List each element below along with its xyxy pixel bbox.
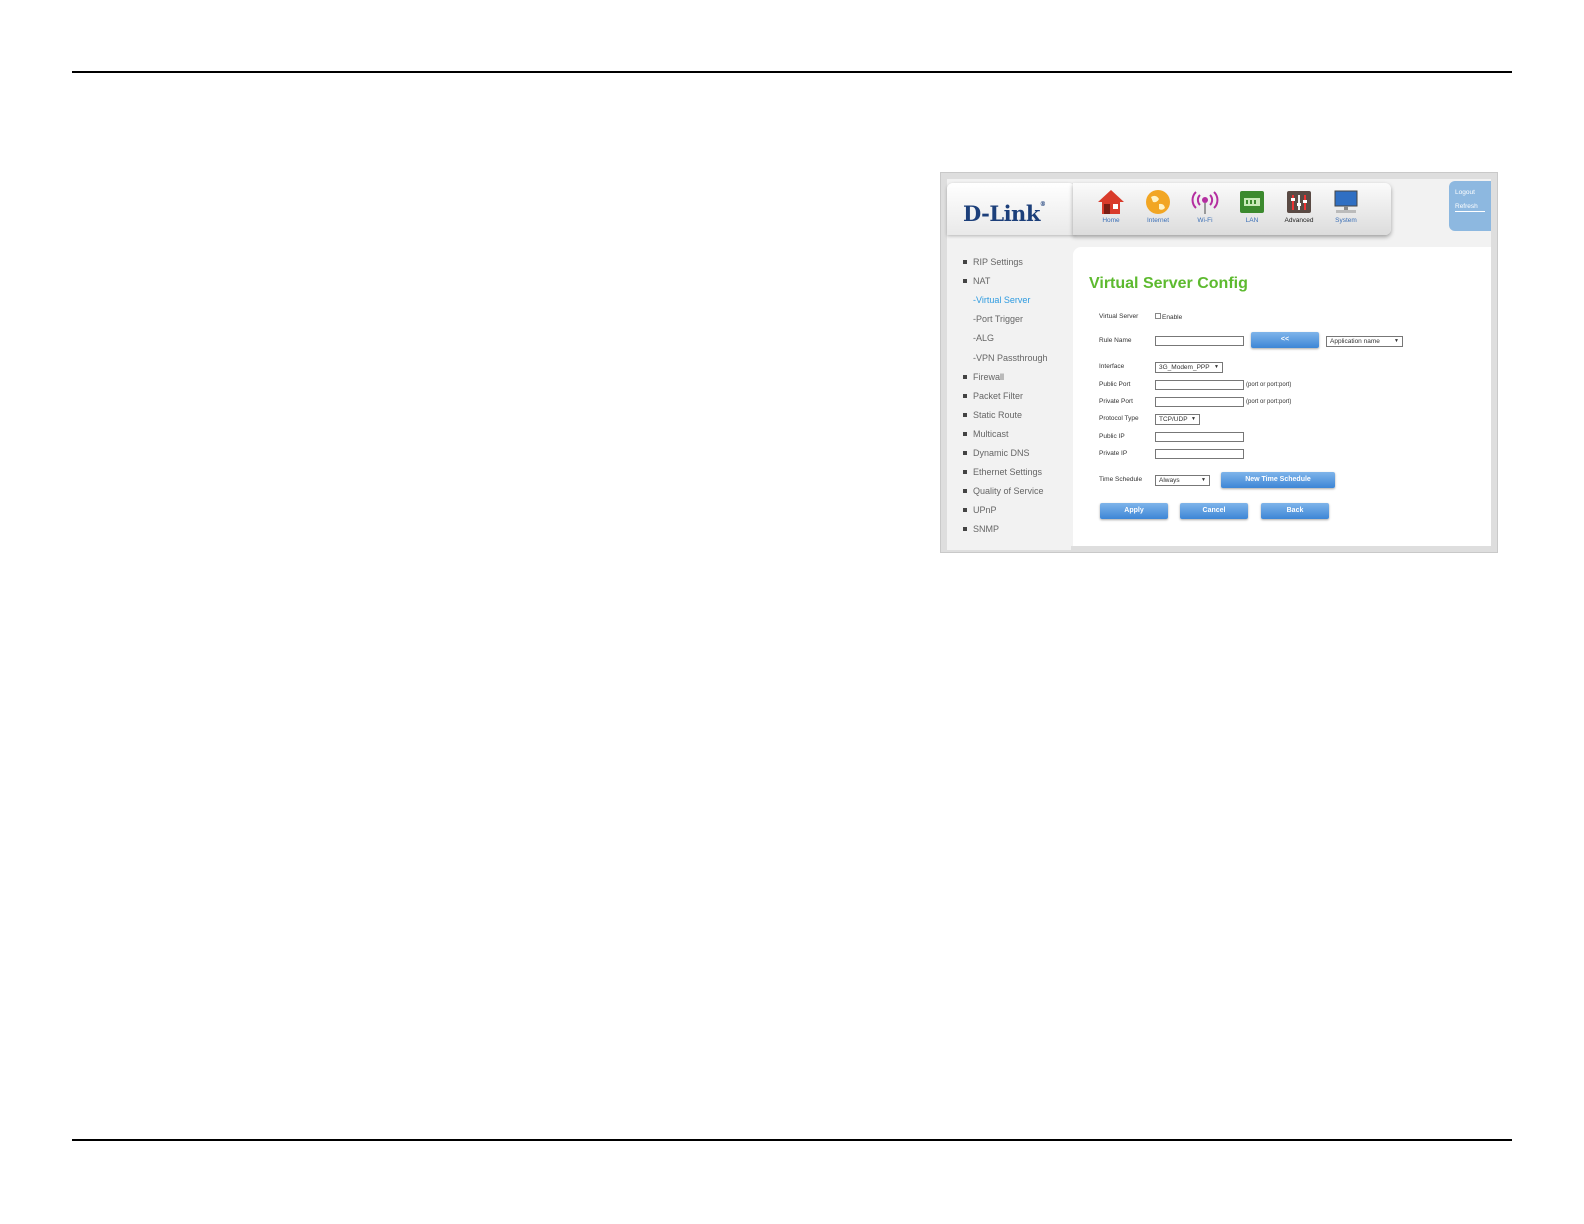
nav-system-label: System bbox=[1335, 217, 1357, 224]
rule-name-label: Rule Name bbox=[1099, 337, 1132, 344]
bullet-icon bbox=[963, 450, 967, 455]
time-schedule-select[interactable]: Always ▼ bbox=[1155, 475, 1210, 486]
nav-internet[interactable]: Internet bbox=[1136, 188, 1180, 224]
sidebar-item-multicast[interactable]: Multicast bbox=[963, 429, 1009, 439]
chevron-down-icon: ▼ bbox=[1214, 364, 1219, 370]
sidebar-item-static-route[interactable]: Static Route bbox=[963, 410, 1022, 420]
chevron-down-icon: ▼ bbox=[1201, 477, 1206, 483]
manual-page: D-Link® Home Internet Wi-Fi LAN Advanced… bbox=[0, 0, 1584, 1224]
public-port-input[interactable] bbox=[1155, 380, 1244, 390]
nav-home[interactable]: Home bbox=[1089, 188, 1133, 224]
interface-label: Interface bbox=[1099, 363, 1125, 370]
enable-label: Enable bbox=[1162, 314, 1183, 321]
bullet-icon bbox=[963, 507, 967, 512]
bullet-icon bbox=[963, 469, 967, 474]
main-panel: Virtual Server Config Virtual Server Ena… bbox=[1073, 247, 1491, 546]
sidebar-subitem-port-trigger[interactable]: -Port Trigger bbox=[973, 314, 1023, 324]
footer-rule bbox=[72, 1139, 1512, 1141]
sidebar-item-rip-settings[interactable]: RIP Settings bbox=[963, 257, 1023, 267]
wifi-icon bbox=[1191, 191, 1219, 214]
bullet-icon bbox=[963, 431, 967, 436]
router-ui: D-Link® Home Internet Wi-Fi LAN Advanced… bbox=[947, 179, 1491, 550]
nav-advanced[interactable]: Advanced bbox=[1277, 188, 1321, 224]
private-ip-label: Private IP bbox=[1099, 450, 1128, 457]
sidebar-item-dynamic-dns[interactable]: Dynamic DNS bbox=[963, 448, 1030, 458]
nav-wifi[interactable]: Wi-Fi bbox=[1183, 188, 1227, 224]
chevron-down-icon: ▼ bbox=[1394, 338, 1399, 344]
logout-link[interactable]: Logout bbox=[1455, 189, 1475, 196]
time-schedule-label: Time Schedule bbox=[1099, 476, 1143, 483]
sidebar-item-upnp[interactable]: UPnP bbox=[963, 505, 997, 515]
monitor-icon bbox=[1334, 190, 1358, 213]
router-ui-screenshot: D-Link® Home Internet Wi-Fi LAN Advanced… bbox=[940, 172, 1498, 553]
page-title: Virtual Server Config bbox=[1089, 275, 1248, 292]
public-port-hint: (port or port:port) bbox=[1246, 382, 1292, 388]
nav-internet-label: Internet bbox=[1146, 217, 1170, 224]
back-button[interactable]: Back bbox=[1261, 503, 1329, 519]
sidebar-item-ethernet-settings[interactable]: Ethernet Settings bbox=[963, 467, 1042, 477]
lan-icon bbox=[1240, 191, 1264, 213]
nav-home-label: Home bbox=[1102, 217, 1120, 224]
bullet-icon bbox=[963, 488, 967, 493]
private-ip-input[interactable] bbox=[1155, 449, 1244, 459]
nav-wifi-label: Wi-Fi bbox=[1197, 217, 1213, 224]
nav-advanced-label: Advanced bbox=[1284, 217, 1314, 224]
bullet-icon bbox=[963, 374, 967, 379]
sidebar-item-quality-of-service[interactable]: Quality of Service bbox=[963, 486, 1044, 496]
top-nav: Home Internet Wi-Fi LAN Advanced System bbox=[1073, 183, 1391, 235]
public-ip-label: Public IP bbox=[1099, 433, 1125, 440]
cancel-button[interactable]: Cancel bbox=[1180, 503, 1248, 519]
virtual-server-label: Virtual Server bbox=[1099, 313, 1139, 320]
bullet-icon bbox=[963, 278, 967, 283]
nav-lan-label: LAN bbox=[1245, 217, 1259, 224]
header-rule bbox=[72, 71, 1512, 73]
private-port-input[interactable] bbox=[1155, 397, 1244, 407]
sidebar-item-nat[interactable]: NAT bbox=[963, 276, 990, 286]
chevron-down-icon: ▼ bbox=[1191, 416, 1196, 422]
protocol-type-label: Protocol Type bbox=[1099, 415, 1139, 422]
home-icon bbox=[1098, 190, 1124, 214]
interface-select[interactable]: 3G_Modem_PPP ▼ bbox=[1155, 362, 1223, 373]
advanced-icon bbox=[1287, 191, 1311, 213]
dlink-logo: D-Link® bbox=[963, 201, 1046, 226]
enable-checkbox[interactable] bbox=[1155, 313, 1161, 319]
private-port-hint: (port or port:port) bbox=[1246, 399, 1292, 405]
application-name-select[interactable]: Application name ▼ bbox=[1326, 336, 1403, 347]
sidebar-item-packet-filter[interactable]: Packet Filter bbox=[963, 391, 1023, 401]
bullet-icon bbox=[963, 393, 967, 398]
nav-lan[interactable]: LAN bbox=[1230, 188, 1274, 224]
bullet-icon bbox=[963, 259, 967, 264]
account-panel: Logout Refresh bbox=[1449, 181, 1491, 231]
sidebar: RIP Settings NAT -Virtual Server -Port T… bbox=[947, 245, 1071, 550]
new-time-schedule-button[interactable]: New Time Schedule bbox=[1221, 472, 1335, 488]
copy-app-name-button[interactable]: << bbox=[1251, 332, 1319, 348]
nav-system[interactable]: System bbox=[1324, 188, 1368, 224]
bullet-icon bbox=[963, 526, 967, 531]
refresh-link[interactable]: Refresh bbox=[1455, 203, 1485, 212]
logo-tab: D-Link® bbox=[947, 183, 1075, 235]
sidebar-subitem-alg[interactable]: -ALG bbox=[973, 333, 994, 343]
public-ip-input[interactable] bbox=[1155, 432, 1244, 442]
rule-name-input[interactable] bbox=[1155, 336, 1244, 346]
sidebar-item-snmp[interactable]: SNMP bbox=[963, 524, 999, 534]
sidebar-item-firewall[interactable]: Firewall bbox=[963, 372, 1004, 382]
private-port-label: Private Port bbox=[1099, 398, 1133, 405]
public-port-label: Public Port bbox=[1099, 381, 1131, 388]
bullet-icon bbox=[963, 412, 967, 417]
sidebar-subitem-vpn-passthrough[interactable]: -VPN Passthrough bbox=[973, 353, 1048, 363]
protocol-type-select[interactable]: TCP/UDP ▼ bbox=[1155, 414, 1200, 425]
apply-button[interactable]: Apply bbox=[1100, 503, 1168, 519]
globe-icon bbox=[1146, 190, 1170, 214]
sidebar-subitem-virtual-server[interactable]: -Virtual Server bbox=[973, 295, 1030, 305]
